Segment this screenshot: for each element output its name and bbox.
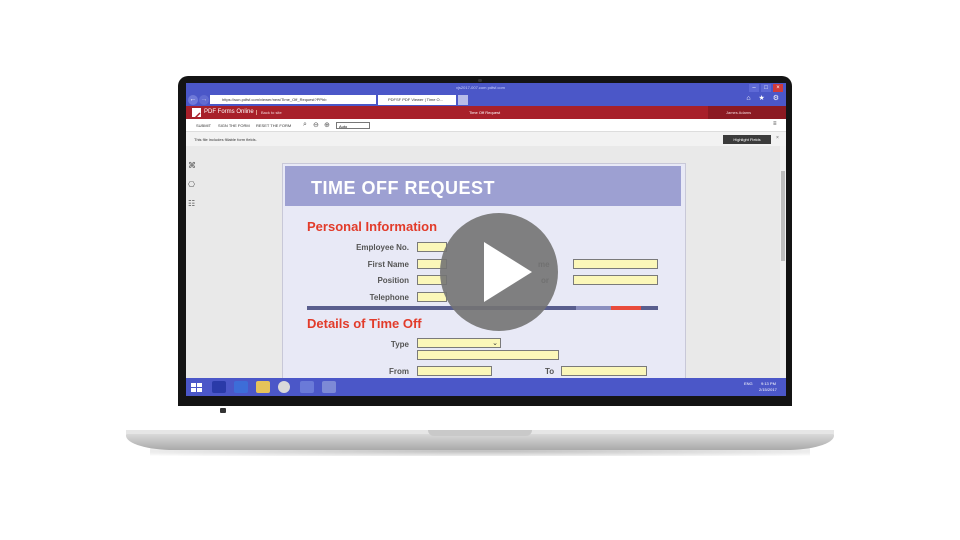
highlight-fields-button[interactable]: Highlight Fields <box>723 135 771 144</box>
laptop-base <box>126 434 834 450</box>
type-label: Type <box>390 340 409 349</box>
to-date-field[interactable] <box>561 366 647 376</box>
close-window-button[interactable]: × <box>773 84 783 92</box>
play-icon <box>484 242 532 302</box>
zoom-out-icon[interactable]: ⊖ <box>313 121 319 129</box>
reset-form-button[interactable]: RESET THE FORM <box>256 123 291 128</box>
browser-tab[interactable]: PDFSF PDF Viewer | Time O... <box>378 95 456 105</box>
first-name-label: First Name <box>367 260 409 269</box>
windows-start-icon[interactable] <box>190 381 204 393</box>
close-infobar-icon[interactable]: × <box>776 135 779 141</box>
section-details-of-time-off: Details of Time Off <box>307 316 422 331</box>
binoculars-icon[interactable]: ⌘ <box>188 162 196 170</box>
telephone-label: Telephone <box>369 293 409 302</box>
language-indicator[interactable]: ENG <box>744 381 753 386</box>
menu-icon[interactable]: ≡ <box>773 121 777 127</box>
bezel-logo <box>220 408 226 413</box>
document-title: Time Off Request <box>469 110 501 115</box>
type-select[interactable]: ⌄ <box>417 338 501 348</box>
employee-no-label: Employee No. <box>356 243 409 252</box>
paypal-icon[interactable] <box>212 381 226 393</box>
divider-accent-red <box>611 306 641 310</box>
address-bar: ← → https://sun.pdfsf.com/viewer/new/Tim… <box>186 94 786 106</box>
user-name[interactable]: James Adams <box>726 110 751 115</box>
chevron-down-icon: ⌄ <box>492 340 498 347</box>
type-other-field[interactable] <box>417 350 559 360</box>
form-header-band: TIME OFF REQUEST <box>285 166 681 206</box>
section-personal-information: Personal Information <box>307 219 438 234</box>
network-icon[interactable] <box>300 381 314 393</box>
last-name-field[interactable] <box>573 259 658 269</box>
window-titlebar: xjs2017-007.com pdfsf.com – □ × <box>186 83 786 94</box>
divider-accent-light <box>576 306 611 310</box>
app-header: PDF Forms Online Back to site Time Off R… <box>186 106 786 121</box>
folder-icon[interactable] <box>256 381 270 393</box>
sign-form-button[interactable]: SIGN THE FORM <box>218 123 250 128</box>
logo-text: PDF Forms Online <box>204 109 254 115</box>
windows-taskbar: ENG 9:13 PM 2/15/2017 <box>186 378 786 396</box>
zoom-select[interactable]: Auto <box>336 122 370 129</box>
supervisor-field[interactable] <box>573 275 658 285</box>
search-icon[interactable]: ⌕ <box>303 121 307 129</box>
webcam <box>478 79 482 82</box>
viewer-toolbar: SUBMIT SIGN THE FORM RESET THE FORM ⌕ ⊖ … <box>186 119 786 132</box>
bookmark-icon[interactable]: ⎔ <box>188 181 196 189</box>
minimize-button[interactable]: – <box>749 84 759 92</box>
info-message: This file includes fillable form fields. <box>194 137 257 142</box>
laptop-notch <box>428 430 532 436</box>
browser-home-star-gear-icons[interactable]: ⌂ ★ ⚙ <box>746 94 782 102</box>
chrome-icon[interactable] <box>278 381 290 393</box>
submit-button[interactable]: SUBMIT <box>196 123 211 128</box>
forward-button[interactable]: → <box>199 95 209 105</box>
form-title: TIME OFF REQUEST <box>311 178 496 198</box>
clock-time[interactable]: 9:13 PM <box>761 381 776 386</box>
new-tab-button[interactable] <box>458 95 468 105</box>
back-to-site-link[interactable]: Back to site <box>256 110 282 115</box>
position-label: Position <box>377 276 409 285</box>
maximize-button[interactable]: □ <box>761 84 771 92</box>
app-icon[interactable] <box>234 381 248 393</box>
window-title: xjs2017-007.com pdfsf.com <box>456 85 505 90</box>
telephone-field[interactable] <box>417 292 447 302</box>
fillable-info-bar: This file includes fillable form fields.… <box>186 132 786 146</box>
back-button[interactable]: ← <box>188 95 198 105</box>
employee-no-field[interactable] <box>417 242 447 252</box>
browser-taskbar-icon[interactable] <box>322 381 336 393</box>
scrollbar-thumb[interactable] <box>781 171 785 261</box>
to-label: To <box>545 367 555 376</box>
from-label: From <box>389 367 409 376</box>
from-date-field[interactable] <box>417 366 492 376</box>
zoom-in-icon[interactable]: ⊕ <box>324 121 330 129</box>
thumbnails-icon[interactable]: ☷ <box>188 200 196 208</box>
pdf-logo-icon <box>192 108 201 121</box>
clock-date[interactable]: 2/15/2017 <box>759 387 777 392</box>
url-field[interactable]: https://sun.pdfsf.com/viewer/new/Time_Of… <box>210 95 376 104</box>
